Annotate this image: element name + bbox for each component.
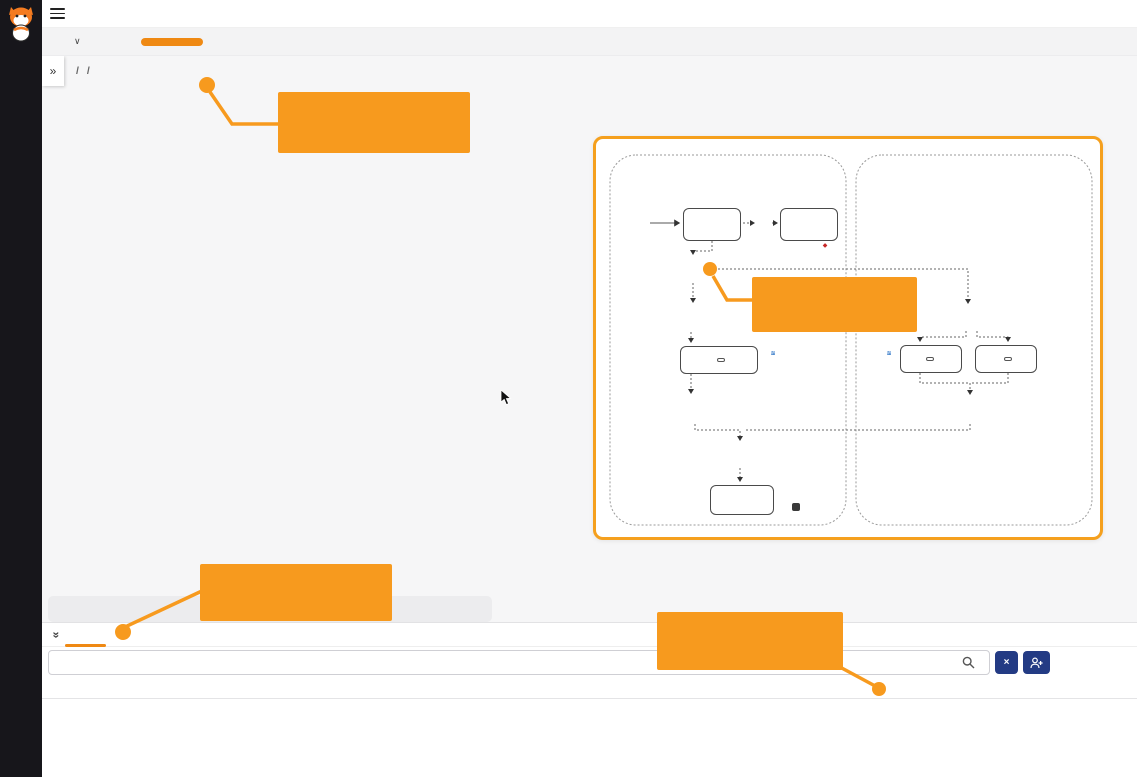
hamburger-menu-icon[interactable] [50,8,65,19]
service-graph-canvas[interactable]: » // [42,56,1137,622]
callout-filter-graph [278,92,470,153]
reviews-v2-box [900,345,962,373]
flows-panel: » × [42,622,1137,777]
sidebar [0,0,42,777]
tabs-row: » [42,623,1137,647]
calico-cat-logo [0,0,42,46]
collapse-panel-icon[interactable]: » [49,632,63,637]
callout-flows-table [200,564,392,621]
progress-bar [141,38,203,46]
federated-services-diagram: ◆ ≋ ≋ [593,136,1103,540]
search-icon [962,656,975,669]
reviews-v1-box [680,346,758,374]
expand-panel-chevron[interactable]: » [42,56,64,86]
pod-box-ratings [710,485,774,515]
person-plus-icon [1030,657,1043,669]
breadcrumb: // [72,65,94,77]
java-logo: ≋ [762,351,784,357]
callout-backend [657,612,843,670]
ruby-logo: ◆ [808,243,842,249]
nodejs-logo [792,495,800,513]
pod-box-productpage [683,208,741,241]
getting-started-bar: ∨ [42,28,1137,56]
query-row: × [42,647,1137,677]
clear-filter-button[interactable]: × [995,651,1018,674]
reviews-v3-tag [1004,357,1012,361]
chevron-down-icon: ∨ [74,36,81,47]
reviews-v1-tag [717,358,725,362]
add-user-button[interactable] [1023,651,1050,674]
pod-box-details [780,208,838,241]
reviews-v2-tag [926,357,934,361]
top-bar [42,0,1137,28]
flows-table-header [42,677,1137,699]
filter-query-input[interactable] [48,650,990,675]
flows-table [42,677,1137,699]
java-logo: ≋ [878,351,900,357]
reviews-v3-box [975,345,1037,373]
callout-federated [752,277,917,332]
